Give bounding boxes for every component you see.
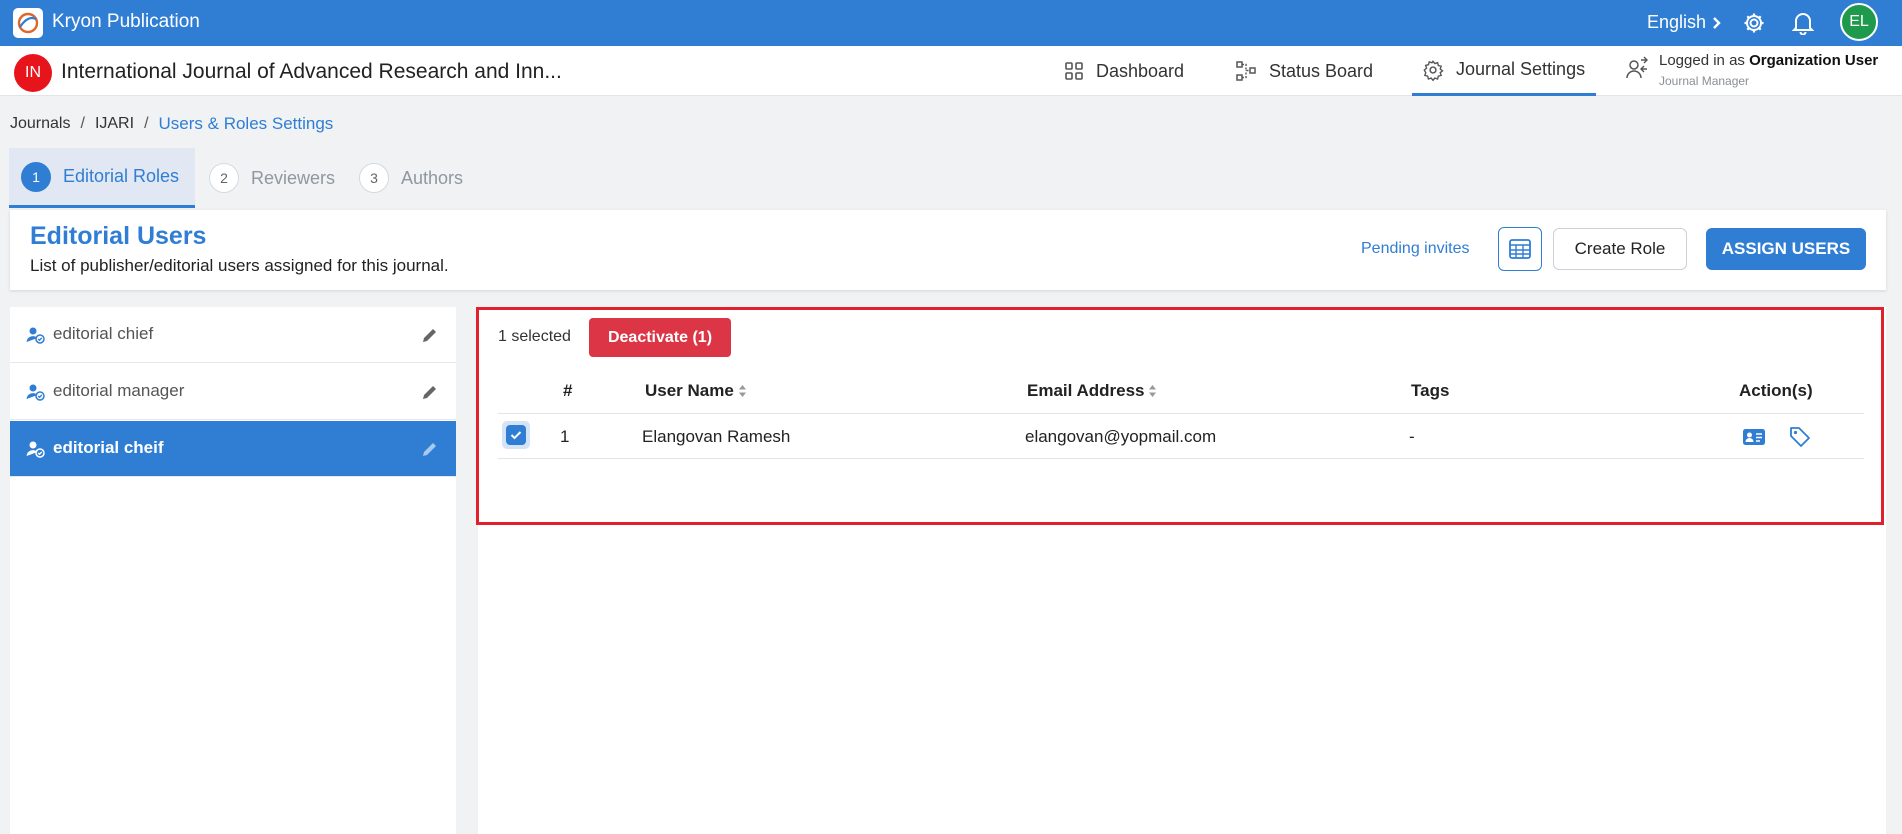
step-label: Reviewers <box>251 167 336 188</box>
user-check-icon <box>26 384 45 401</box>
breadcrumb-separator: / <box>144 115 149 132</box>
nav-journal-settings-label: Journal Settings <box>1456 59 1586 79</box>
role-item-editorial-chief[interactable]: editorial chief <box>10 307 456 363</box>
step-number: 3 <box>359 163 389 193</box>
tab-reviewers[interactable]: 2 Reviewers <box>197 148 347 208</box>
roles-list: editorial chief editorial manager editor… <box>10 307 456 834</box>
breadcrumb-journals[interactable]: Journals <box>10 115 70 133</box>
step-label: Authors <box>401 167 464 188</box>
notification-bell-icon[interactable] <box>1790 10 1816 36</box>
role-item-editorial-cheif[interactable]: editorial cheif <box>10 421 456 477</box>
breadcrumb: Journals / IJARI / Users & Roles Setting… <box>10 114 333 134</box>
step-number: 2 <box>209 163 239 193</box>
nav-journal-settings[interactable]: Journal Settings <box>1412 46 1596 96</box>
step-label: Editorial Roles <box>63 166 180 186</box>
breadcrumb-ijari[interactable]: IJARI <box>95 115 134 133</box>
table-grid-icon <box>1509 239 1531 259</box>
language-label: English <box>1647 12 1707 32</box>
journal-badge: IN <box>14 54 52 92</box>
top-app-bar: Kryon Publication English EL <box>0 0 1902 46</box>
role-label: editorial cheif <box>53 438 164 457</box>
section-title: Editorial Users <box>30 222 207 250</box>
user-avatar[interactable]: EL <box>1840 3 1878 41</box>
pencil-edit-icon[interactable] <box>420 382 440 402</box>
gear-icon <box>1423 59 1444 81</box>
breadcrumb-current: Users & Roles Settings <box>158 114 334 133</box>
tab-authors[interactable]: 3 Authors <box>347 148 475 208</box>
logged-in-line: Logged in as Organization User <box>1659 52 1878 69</box>
table-view-button[interactable] <box>1498 227 1542 271</box>
logged-in-user: Organization User <box>1749 52 1879 69</box>
selection-highlight-box <box>476 307 1884 525</box>
nav-status-board[interactable]: Status Board <box>1235 46 1373 96</box>
tab-editorial-roles[interactable]: 1 Editorial Roles <box>9 148 195 208</box>
role-label: editorial manager <box>53 381 185 400</box>
user-check-icon <box>26 327 45 344</box>
role-item-editorial-manager[interactable]: editorial manager <box>10 364 456 420</box>
dashboard-icon <box>1065 62 1083 80</box>
pencil-edit-icon[interactable] <box>420 439 440 459</box>
logged-in-role: Journal Manager <box>1659 74 1750 88</box>
user-check-icon <box>26 441 45 458</box>
app-logo-icon[interactable] <box>13 8 43 38</box>
journal-header: IN International Journal of Advanced Res… <box>0 46 1902 96</box>
section-subtitle: List of publisher/editorial users assign… <box>30 256 449 275</box>
chevron-right-icon <box>1713 16 1721 29</box>
user-switch-icon <box>1626 56 1648 79</box>
breadcrumb-separator: / <box>80 115 85 132</box>
pencil-edit-icon[interactable] <box>420 325 440 345</box>
pending-invites-link[interactable]: Pending invites <box>1361 240 1470 258</box>
nav-dashboard[interactable]: Dashboard <box>1064 46 1184 96</box>
nav-dashboard-label: Dashboard <box>1096 60 1185 81</box>
step-number: 1 <box>21 161 51 192</box>
status-board-icon <box>1236 61 1256 81</box>
section-header-card: Editorial Users List of publisher/editor… <box>10 210 1886 290</box>
journal-title: International Journal of Advanced Resear… <box>61 60 562 83</box>
assign-users-button[interactable]: ASSIGN USERS <box>1706 228 1866 270</box>
logged-in-prefix: Logged in as <box>1659 52 1745 69</box>
settings-gear-icon[interactable] <box>1741 10 1767 36</box>
role-label: editorial chief <box>53 324 154 343</box>
create-role-button[interactable]: Create Role <box>1553 228 1687 270</box>
language-selector[interactable]: English <box>1647 12 1722 33</box>
nav-status-board-label: Status Board <box>1269 60 1374 81</box>
app-title: Kryon Publication <box>52 11 200 32</box>
